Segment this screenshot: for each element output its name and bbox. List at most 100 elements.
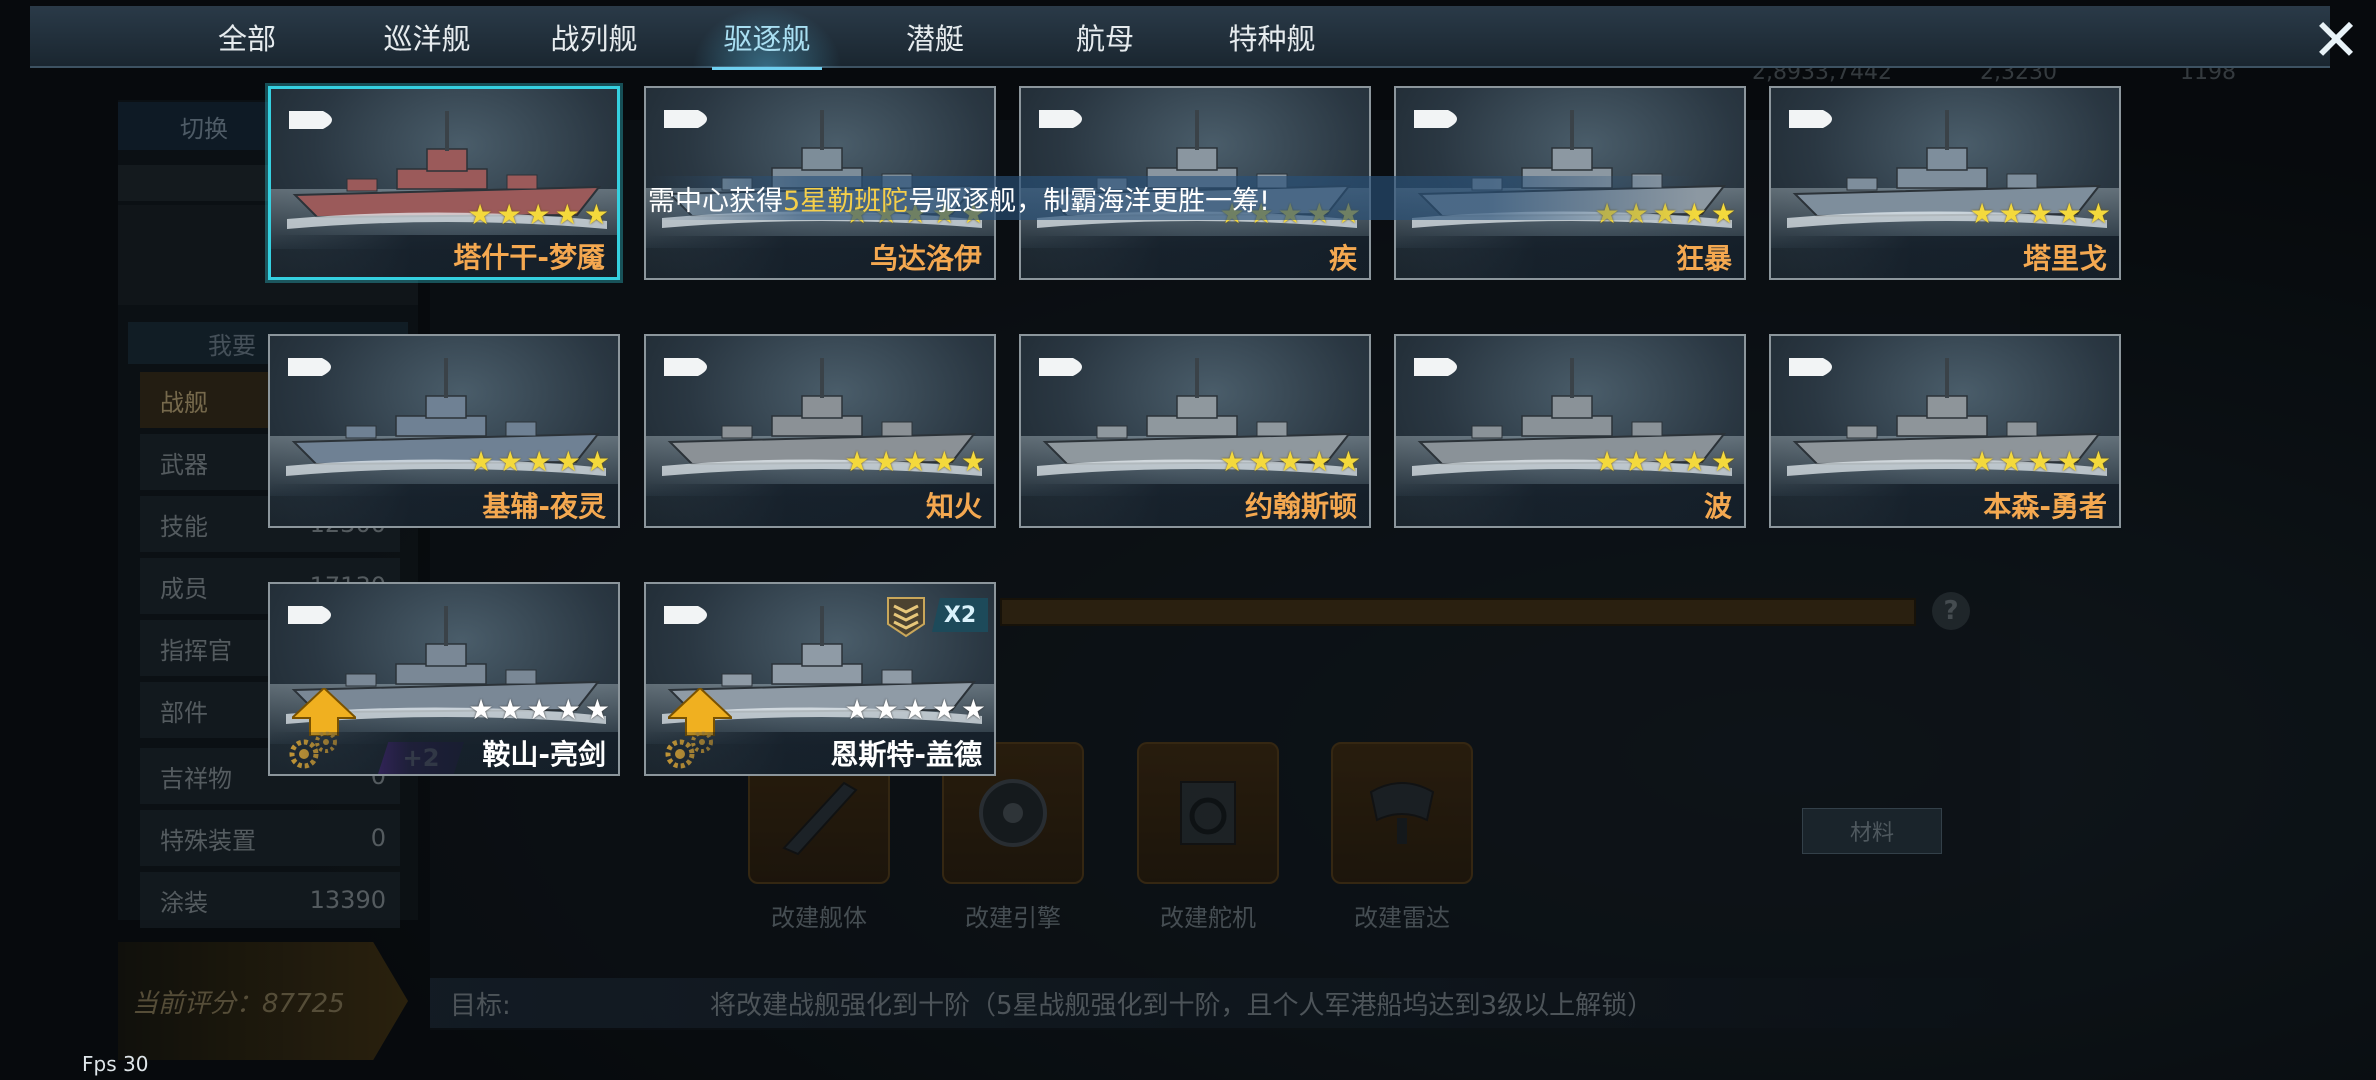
star-icon: ★ — [554, 198, 580, 231]
ship-card[interactable]: ★ ★ ★ ★ ★ 本森-勇者 — [1769, 334, 2121, 528]
tab-all[interactable]: 全部 — [172, 6, 322, 68]
star-icon: ★ — [468, 693, 494, 726]
ship-type-tabbar: 全部 巡洋舰 战列舰 驱逐舰 潜艇 航母 特种舰 — [30, 6, 2330, 70]
star-icon: ★ — [873, 445, 899, 478]
fps-counter: Fps 30 — [82, 1052, 149, 1076]
star-icon: ★ — [526, 445, 552, 478]
star-rating: ★★★★★ — [1219, 448, 1361, 476]
tab-special[interactable]: 特种舰 — [1197, 6, 1347, 68]
star-icon: ★ — [960, 693, 986, 726]
star-rating: ★★★★★ — [467, 201, 609, 229]
ship-card[interactable]: +2★★★★★鞍山-亮剑 — [268, 582, 620, 776]
star-icon: ★ — [555, 445, 581, 478]
destroyer-type-icon — [664, 606, 707, 624]
ship-name: 基辅-夜灵 — [270, 484, 618, 526]
tab-submarine[interactable]: 潜艇 — [860, 6, 1010, 68]
duplicate-count-badge: X2 — [932, 598, 988, 632]
star-icon: ★ — [1969, 197, 1995, 230]
ship-card[interactable]: ★ ★ ★ ★ ★ 基辅-夜灵 — [268, 334, 620, 528]
star-rating: ★★★★★ — [1594, 448, 1736, 476]
ship-name: 知火 — [646, 484, 994, 526]
star-icon: ★ — [902, 445, 928, 478]
ship-card[interactable]: ★ ★ ★ ★ ★ 波 — [1394, 334, 1746, 528]
star-rating: ★★★★★ — [468, 696, 610, 724]
ship-name: 波 — [1396, 484, 1744, 526]
star-icon: ★ — [526, 693, 552, 726]
star-icon: ★ — [1998, 445, 2024, 478]
star-icon: ★ — [1219, 445, 1245, 478]
star-icon: ★ — [497, 445, 523, 478]
destroyer-type-icon — [1414, 358, 1457, 376]
destroyer-type-icon — [1414, 110, 1457, 128]
star-icon: ★ — [2056, 445, 2082, 478]
star-icon: ★ — [931, 445, 957, 478]
star-icon: ★ — [555, 693, 581, 726]
star-icon: ★ — [496, 198, 522, 231]
destroyer-type-icon — [1789, 110, 1832, 128]
star-icon: ★ — [1969, 445, 1995, 478]
star-icon: ★ — [468, 445, 494, 478]
star-icon: ★ — [2085, 445, 2111, 478]
ship-card[interactable]: X2 ★ ★ ★ ★ ★ 恩斯特-盖德 — [644, 582, 996, 776]
destroyer-type-icon — [288, 358, 331, 376]
star-icon: ★ — [497, 693, 523, 726]
star-icon: ★ — [583, 198, 609, 231]
star-icon: ★ — [2085, 197, 2111, 230]
star-icon: ★ — [1248, 445, 1274, 478]
star-icon: ★ — [1710, 445, 1736, 478]
tab-cruiser[interactable]: 巡洋舰 — [352, 6, 502, 68]
tab-destroyer[interactable]: 驱逐舰 — [692, 6, 842, 70]
tab-battleship[interactable]: 战列舰 — [519, 6, 669, 68]
star-rating: ★★★★★ — [1969, 448, 2111, 476]
star-rating: ★★★★★ — [1969, 200, 2111, 228]
star-rating: ★★★★★ — [844, 448, 986, 476]
star-icon: ★ — [1335, 445, 1361, 478]
star-icon: ★ — [1998, 197, 2024, 230]
tab-carrier[interactable]: 航母 — [1030, 6, 1180, 68]
star-icon: ★ — [1306, 445, 1332, 478]
ship-name: 恩斯特-盖德 — [646, 732, 994, 774]
star-icon: ★ — [902, 693, 928, 726]
notice-highlight: 5星勒班陀 — [783, 185, 909, 217]
ship-card[interactable]: ★ ★ ★ ★ ★ 约翰斯顿 — [1019, 334, 1371, 528]
ship-name: 狂暴 — [1396, 236, 1744, 278]
star-icon: ★ — [1594, 445, 1620, 478]
notice-suffix: 号驱逐舰，制霸海洋更胜一筹! — [908, 185, 1271, 217]
star-icon: ★ — [931, 693, 957, 726]
ship-card[interactable]: ★ ★ ★ ★ ★ 塔什干-梦魇 — [268, 86, 620, 280]
ship-name: 鞍山-亮剑 — [270, 732, 618, 774]
star-icon: ★ — [2027, 445, 2053, 478]
destroyer-type-icon — [664, 358, 707, 376]
star-icon: ★ — [960, 445, 986, 478]
ship-name: 本森-勇者 — [1771, 484, 2119, 526]
veteran-rank-icon — [887, 597, 925, 638]
destroyer-type-icon — [664, 110, 707, 128]
star-icon: ★ — [1623, 445, 1649, 478]
ship-name: 乌达洛伊 — [646, 236, 994, 278]
ship-card[interactable]: ★ ★ ★ ★ ★ 塔里戈 — [1769, 86, 2121, 280]
star-icon: ★ — [2027, 197, 2053, 230]
star-icon: ★ — [525, 198, 551, 231]
ship-name: 塔什干-梦魇 — [271, 235, 617, 277]
star-icon: ★ — [844, 445, 870, 478]
notice-marquee: 需中心获得 5星勒班陀 号驱逐舰，制霸海洋更胜一筹! — [648, 176, 1698, 220]
star-icon: ★ — [1652, 445, 1678, 478]
ship-card[interactable]: ★ ★ ★ ★ ★ 知火 — [644, 334, 996, 528]
star-rating: ★★★★★ — [844, 696, 986, 724]
close-icon[interactable]: ✕ — [2308, 11, 2364, 69]
star-icon: ★ — [467, 198, 493, 231]
destroyer-type-icon — [1039, 358, 1082, 376]
star-icon: ★ — [1277, 445, 1303, 478]
ship-name: 疾 — [1021, 236, 1369, 278]
star-icon: ★ — [584, 693, 610, 726]
destroyer-type-icon — [288, 606, 331, 624]
star-icon: ★ — [1710, 197, 1736, 230]
star-icon: ★ — [844, 693, 870, 726]
ship-name: 约翰斯顿 — [1021, 484, 1369, 526]
notice-prefix: 需中心获得 — [648, 185, 783, 217]
destroyer-type-icon — [1789, 358, 1832, 376]
star-icon: ★ — [1681, 445, 1707, 478]
star-icon: ★ — [2056, 197, 2082, 230]
destroyer-type-icon — [289, 111, 332, 129]
star-icon: ★ — [584, 445, 610, 478]
